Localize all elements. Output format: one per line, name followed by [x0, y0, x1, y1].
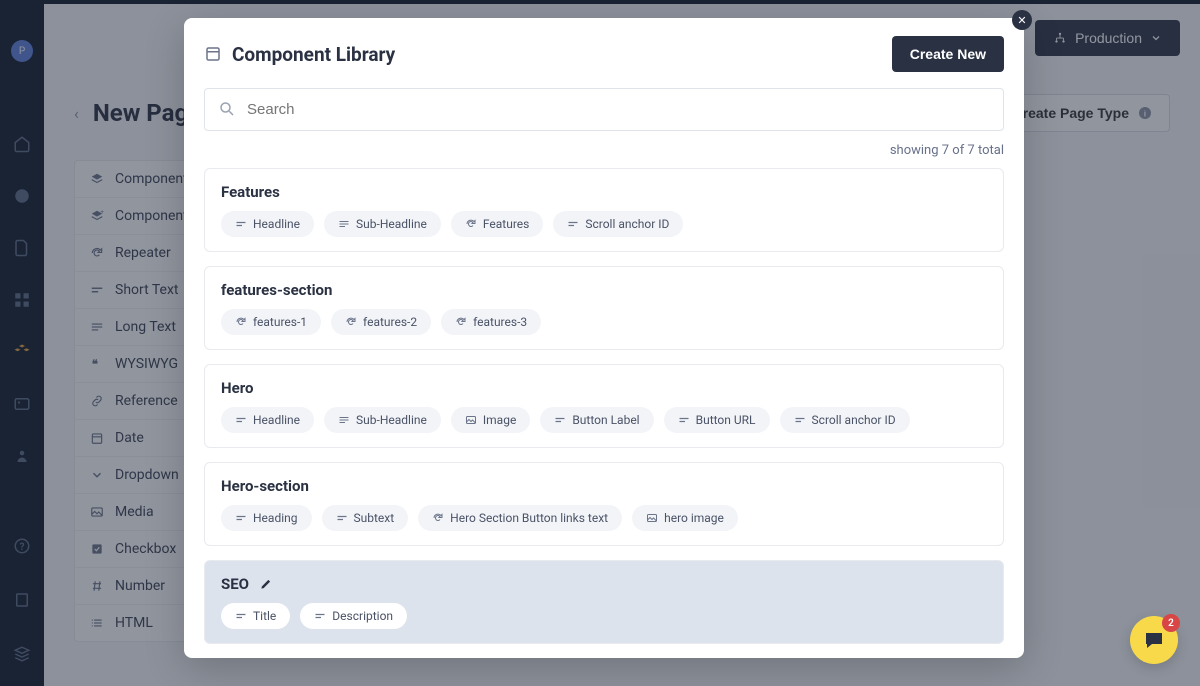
short-text-icon — [235, 610, 247, 622]
refresh-icon — [235, 316, 247, 328]
component-library-modal: ✕ Component Library Create New showing 7… — [184, 18, 1024, 658]
component-card[interactable]: Hero-section Heading Subtext Hero Section B… — [204, 462, 1004, 546]
search-icon — [218, 100, 236, 118]
field-tag: Description — [300, 603, 407, 629]
short-text-icon — [235, 512, 247, 524]
field-tag-label: Headline — [253, 413, 300, 427]
field-tag-label: Button URL — [696, 413, 756, 427]
image-icon — [646, 512, 658, 524]
results-count: showing 7 of 7 total — [184, 139, 1024, 168]
edit-icon[interactable] — [259, 577, 273, 591]
field-tag-label: features-3 — [473, 315, 527, 329]
field-tag-label: Subtext — [354, 511, 395, 525]
short-text-icon — [314, 610, 326, 622]
refresh-icon — [465, 218, 477, 230]
component-card[interactable]: SEO Title Description — [204, 560, 1004, 644]
field-tag: features-2 — [331, 309, 431, 335]
image-icon — [465, 414, 477, 426]
short-text-icon — [235, 218, 247, 230]
field-tag: Sub-Headline — [324, 407, 441, 433]
field-tag: Hero Section Button links text — [418, 505, 622, 531]
search-input[interactable] — [204, 88, 1004, 131]
component-card-title: features-section — [221, 281, 332, 299]
field-tag-label: Button Label — [572, 413, 639, 427]
short-text-icon — [336, 512, 348, 524]
component-card[interactable]: Features Headline Sub-Headline Features Scro… — [204, 168, 1004, 252]
field-tag-label: Sub-Headline — [356, 413, 427, 427]
field-tag-label: Heading — [253, 511, 298, 525]
field-tag: Subtext — [322, 505, 409, 531]
modal-close-button[interactable]: ✕ — [1012, 10, 1032, 30]
field-tag-label: Features — [483, 217, 529, 231]
field-tag: Scroll anchor ID — [553, 211, 683, 237]
field-tag-label: Scroll anchor ID — [585, 217, 669, 231]
field-tag: Image — [451, 407, 530, 433]
short-text-icon — [235, 414, 247, 426]
field-tag: Headline — [221, 211, 314, 237]
field-tag: Sub-Headline — [324, 211, 441, 237]
short-text-icon — [554, 414, 566, 426]
field-tag-label: Headline — [253, 217, 300, 231]
field-tag: Scroll anchor ID — [780, 407, 910, 433]
field-tag-label: features-1 — [253, 315, 307, 329]
field-tag: Title — [221, 603, 290, 629]
field-tag-label: hero image — [664, 511, 724, 525]
field-tag-label: Hero Section Button links text — [450, 511, 608, 525]
field-tag-label: Description — [332, 609, 393, 623]
component-card-title: Hero — [221, 379, 253, 397]
refresh-icon — [455, 316, 467, 328]
chat-icon — [1142, 628, 1166, 652]
field-tag: features-1 — [221, 309, 321, 335]
field-tag: Button Label — [540, 407, 653, 433]
field-tag-label: Scroll anchor ID — [812, 413, 896, 427]
chat-badge: 2 — [1162, 614, 1180, 632]
refresh-icon — [432, 512, 444, 524]
field-tag: features-3 — [441, 309, 541, 335]
field-tag-label: Title — [253, 609, 276, 623]
short-text-icon — [567, 218, 579, 230]
component-card-title: Features — [221, 183, 280, 201]
refresh-icon — [345, 316, 357, 328]
component-card-title: Hero-section — [221, 477, 309, 495]
short-text-icon — [794, 414, 806, 426]
field-tag: Heading — [221, 505, 312, 531]
field-tag: Headline — [221, 407, 314, 433]
long-text-icon — [338, 218, 350, 230]
chat-widget[interactable]: 2 — [1130, 616, 1178, 664]
modal-title: Component Library — [232, 43, 395, 66]
component-card[interactable]: Hero Headline Sub-Headline Image Button Labe… — [204, 364, 1004, 448]
long-text-icon — [338, 414, 350, 426]
short-text-icon — [678, 414, 690, 426]
component-card[interactable]: features-section features-1 features-2 feat… — [204, 266, 1004, 350]
field-tag-label: Image — [483, 413, 516, 427]
field-tag-label: features-2 — [363, 315, 417, 329]
field-tag: hero image — [632, 505, 738, 531]
create-new-button[interactable]: Create New — [892, 36, 1004, 72]
component-card-title: SEO — [221, 575, 249, 593]
field-tag: Button URL — [664, 407, 770, 433]
library-icon — [204, 45, 222, 63]
field-tag: Features — [451, 211, 543, 237]
field-tag-label: Sub-Headline — [356, 217, 427, 231]
